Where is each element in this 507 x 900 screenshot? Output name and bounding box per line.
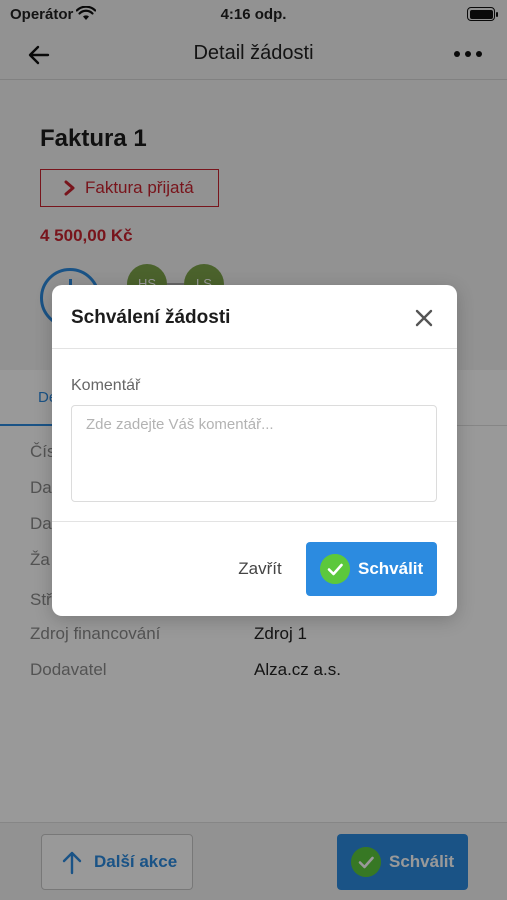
comment-label: Komentář: [71, 377, 141, 394]
approve-button[interactable]: Schválit: [306, 542, 437, 596]
check-circle-icon: [320, 554, 350, 584]
app-screen: Operátor 4:16 odp. Detail žádosti Faktur…: [0, 0, 507, 900]
close-icon[interactable]: [413, 307, 435, 329]
approval-dialog: Schválení žádosti Komentář Zavřít Schvál…: [52, 285, 457, 616]
approve-button-label: Schválit: [358, 559, 424, 578]
close-button[interactable]: Zavřít: [222, 542, 298, 596]
dialog-title: Schválení žádosti: [71, 307, 231, 328]
comment-input[interactable]: [71, 405, 437, 502]
dialog-header: Schválení žádosti: [52, 285, 457, 349]
divider: [52, 521, 457, 522]
